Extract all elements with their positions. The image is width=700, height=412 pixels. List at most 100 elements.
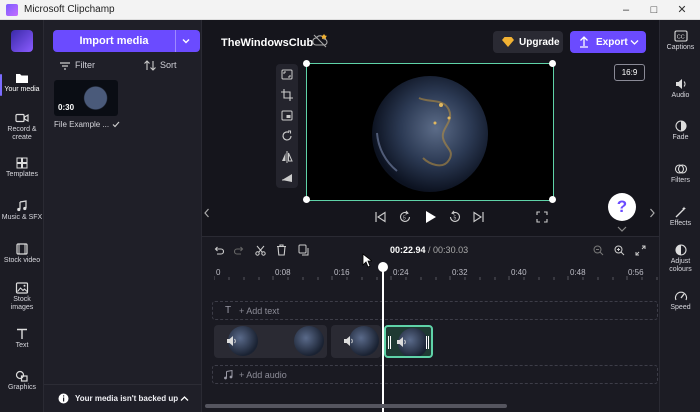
- app-logo-icon: [11, 30, 33, 52]
- rail-item-music-sfx[interactable]: Music & SFX: [0, 200, 44, 222]
- pip-icon[interactable]: [281, 110, 293, 121]
- redo-icon[interactable]: [234, 245, 245, 256]
- fade-icon: [674, 120, 687, 132]
- rail-item-text[interactable]: Text: [0, 328, 44, 350]
- rotate-icon[interactable]: [281, 130, 293, 142]
- sort-label: Sort: [160, 60, 177, 70]
- upgrade-button[interactable]: Upgrade: [493, 31, 563, 53]
- export-button[interactable]: Export: [570, 31, 646, 53]
- speaker-icon: [227, 336, 236, 346]
- crop-icon[interactable]: [281, 89, 293, 101]
- playhead[interactable]: [382, 264, 384, 412]
- trim-handle-right[interactable]: [426, 336, 429, 349]
- speaker-icon: [344, 336, 353, 346]
- resize-handle-tl[interactable]: [303, 60, 310, 67]
- add-text-track[interactable]: T + Add text: [212, 301, 658, 320]
- undo-icon[interactable]: [213, 245, 224, 256]
- aspect-ratio-button[interactable]: 16:9: [614, 64, 645, 81]
- timeline-scrollbar[interactable]: [205, 404, 507, 408]
- maximize-button[interactable]: □: [640, 2, 668, 18]
- filter-icon: [60, 62, 70, 70]
- speaker-icon: [675, 79, 686, 89]
- svg-text:CC: CC: [676, 34, 684, 40]
- fit-timeline-icon[interactable]: [635, 245, 646, 256]
- trim-handle-left[interactable]: [388, 336, 391, 349]
- window-title: Microsoft Clipchamp: [24, 4, 115, 15]
- rail-item-stock-images[interactable]: Stock images: [0, 282, 44, 312]
- rail-item-label: Record &: [7, 126, 37, 133]
- collapse-right-icon[interactable]: [649, 208, 655, 218]
- chevron-down-icon[interactable]: [181, 36, 191, 46]
- thumbnail-filename: File Example ...: [54, 120, 110, 129]
- panel-item-captions[interactable]: CC Captions: [660, 30, 700, 52]
- speed-icon: [674, 291, 687, 301]
- title-bar: Microsoft Clipchamp – □ ✕: [0, 0, 700, 20]
- help-button[interactable]: ?: [608, 193, 636, 221]
- clipchamp-logo-icon: [6, 4, 18, 16]
- export-label: Export: [596, 37, 628, 48]
- duplicate-icon[interactable]: [298, 244, 310, 256]
- upgrade-label: Upgrade: [519, 37, 560, 48]
- video-clip[interactable]: [214, 325, 327, 358]
- split-scissors-icon[interactable]: [255, 245, 266, 256]
- add-audio-track[interactable]: + Add audio: [212, 365, 658, 384]
- video-preview[interactable]: [303, 60, 556, 203]
- rail-item-label: Text: [15, 342, 29, 349]
- delete-icon[interactable]: [276, 244, 287, 256]
- skip-start-icon[interactable]: [374, 211, 386, 223]
- collapse-left-icon[interactable]: [204, 208, 210, 218]
- check-icon: [112, 121, 120, 128]
- rail-item-your-media[interactable]: Your media: [0, 72, 44, 96]
- flip-vertical-icon[interactable]: [281, 171, 293, 183]
- forward-5-icon[interactable]: 5: [448, 210, 462, 224]
- music-icon: [224, 370, 233, 380]
- sort-icon: [144, 60, 156, 71]
- rail-item-record-create[interactable]: Record & create: [0, 112, 44, 142]
- total-time: / 00:30.03: [428, 245, 469, 255]
- chevron-up-icon[interactable]: [180, 395, 189, 402]
- playhead-handle[interactable]: [378, 262, 388, 272]
- text-icon: [17, 328, 27, 339]
- panel-item-filters[interactable]: Filters: [660, 163, 700, 185]
- project-name[interactable]: TheWindowsClub: [221, 37, 313, 49]
- rail-item-graphics[interactable]: Graphics: [0, 370, 44, 392]
- sort-button[interactable]: Sort: [144, 60, 177, 71]
- panel-item-effects[interactable]: Effects: [660, 206, 700, 228]
- adjust-icon: [674, 244, 687, 256]
- backup-notice[interactable]: Your media isn't backed up: [44, 384, 202, 412]
- close-button[interactable]: ✕: [668, 2, 696, 18]
- import-media-button[interactable]: Import media: [53, 30, 200, 52]
- rail-item-stock-video[interactable]: Stock video: [0, 243, 44, 265]
- panel-item-speed[interactable]: Speed: [660, 290, 700, 312]
- skip-end-icon[interactable]: [473, 211, 485, 223]
- ruler[interactable]: [214, 276, 658, 280]
- rewind-5-icon[interactable]: 5: [398, 210, 412, 224]
- video-clip[interactable]: [331, 325, 381, 358]
- fit-icon[interactable]: [281, 69, 293, 80]
- zoom-out-icon[interactable]: [593, 245, 604, 256]
- upload-icon: [580, 36, 588, 48]
- panel-item-audio[interactable]: Audio: [660, 78, 700, 100]
- resize-handle-br[interactable]: [549, 196, 556, 203]
- panel-item-label-2: colours: [669, 266, 692, 273]
- video-clip-selected[interactable]: [384, 325, 433, 358]
- resize-handle-tr[interactable]: [549, 60, 556, 67]
- minimize-button[interactable]: –: [612, 2, 640, 18]
- speaker-icon: [397, 337, 406, 347]
- svg-text:5: 5: [454, 216, 457, 222]
- chevron-down-icon[interactable]: [617, 226, 627, 232]
- panel-item-adjust-colours[interactable]: Adjust colours: [660, 244, 700, 274]
- cloud-off-icon[interactable]: [312, 34, 328, 48]
- flip-horizontal-icon[interactable]: [281, 151, 293, 163]
- backup-text: Your media isn't backed up: [75, 394, 179, 403]
- zoom-in-icon[interactable]: [614, 245, 625, 256]
- panel-item-label: Speed: [670, 304, 691, 311]
- resize-handle-bl[interactable]: [303, 196, 310, 203]
- preview-toolbar: [276, 64, 298, 188]
- add-audio-label: + Add audio: [239, 370, 287, 380]
- play-icon[interactable]: [423, 210, 437, 224]
- filter-button[interactable]: Filter: [60, 60, 95, 70]
- rail-item-templates[interactable]: Templates: [0, 157, 44, 179]
- fullscreen-icon[interactable]: [536, 211, 548, 223]
- panel-item-fade[interactable]: Fade: [660, 120, 700, 142]
